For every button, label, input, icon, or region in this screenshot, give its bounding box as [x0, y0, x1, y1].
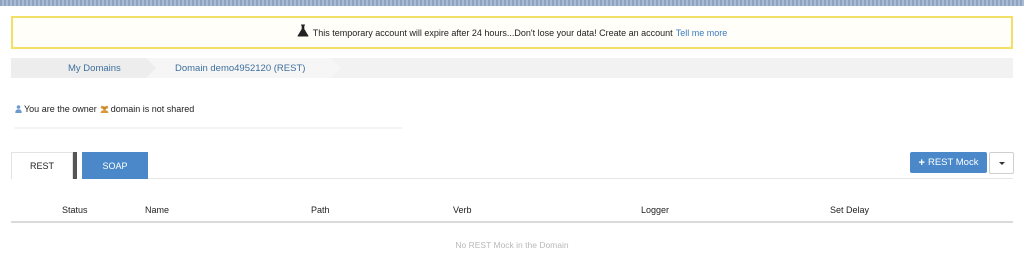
tab-soap[interactable]: SOAP — [82, 152, 148, 179]
table-header-divider — [11, 221, 1013, 223]
add-button-label: REST Mock — [927, 157, 979, 168]
divider — [15, 127, 402, 129]
column-header-logger[interactable]: Logger — [641, 205, 669, 215]
breadcrumb-domain[interactable]: Domain demo4952120 (REST) — [146, 58, 341, 78]
mock-table-header: Status Name Path Verb Logger Set Delay — [11, 199, 1013, 221]
column-header-path[interactable]: Path — [311, 205, 330, 215]
breadcrumb: My Domains Domain demo4952120 (REST) — [11, 58, 1013, 78]
user-icon — [15, 105, 22, 113]
mock-options-dropdown[interactable] — [989, 152, 1014, 174]
group-icon — [100, 105, 109, 113]
column-header-name[interactable]: Name — [145, 205, 169, 215]
tab-separator — [73, 152, 77, 179]
breadcrumb-arrow — [331, 58, 341, 78]
tab-underline — [148, 178, 1013, 179]
breadcrumb-label: Domain demo4952120 (REST) — [175, 62, 306, 74]
column-header-verb[interactable]: Verb — [453, 205, 472, 215]
column-header-status[interactable]: Status — [62, 205, 88, 215]
owner-text: You are the owner — [24, 104, 97, 114]
plus-icon: + — [918, 156, 925, 169]
column-header-set-delay[interactable]: Set Delay — [830, 205, 869, 215]
breadcrumb-my-domains[interactable]: My Domains — [11, 58, 156, 78]
add-rest-mock-button[interactable]: + REST Mock — [910, 152, 987, 173]
expiry-alert: This temporary account will expire after… — [11, 16, 1013, 49]
alert-message: This temporary account will expire after… — [312, 27, 673, 38]
tab-rest[interactable]: REST — [11, 152, 73, 179]
breadcrumb-label: My Domains — [68, 62, 121, 74]
ownership-info: You are the owner domain is not shared — [15, 104, 194, 114]
top-bar — [0, 0, 1024, 6]
empty-table-message: No REST Mock in the Domain — [455, 240, 569, 250]
tell-me-more-link[interactable]: Tell me more — [676, 28, 728, 38]
caret-down-icon — [998, 161, 1005, 165]
breadcrumb-arrow — [146, 58, 156, 78]
flask-icon — [297, 24, 309, 37]
share-text: domain is not shared — [110, 104, 195, 114]
protocol-tabs: REST SOAP — [11, 152, 148, 179]
